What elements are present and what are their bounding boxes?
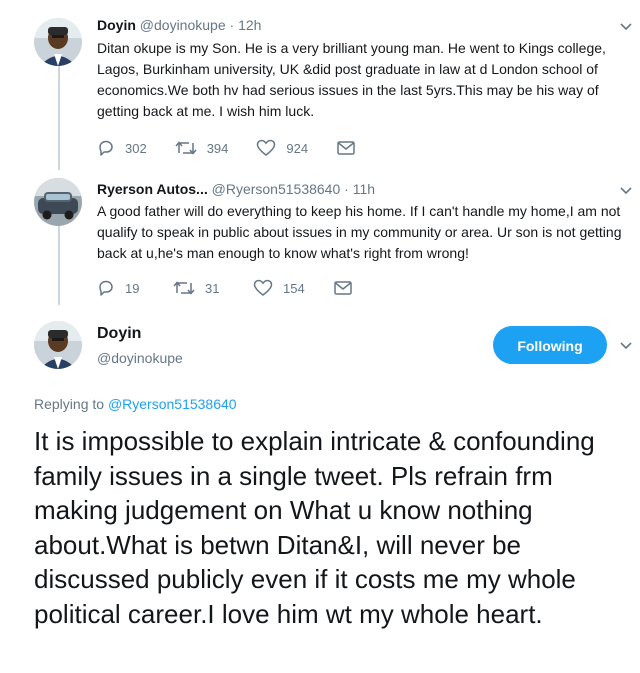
chevron-down-icon[interactable] — [620, 339, 632, 351]
avatar-ryerson-autos-image — [34, 178, 82, 226]
replying-mention-link[interactable]: @Ryerson51538640 — [108, 396, 237, 412]
tweet-text: A good father will do everything to keep… — [97, 203, 622, 261]
tweet-text: Ditan okupe is my Son. He is a very bril… — [97, 40, 606, 119]
replying-prefix: Replying to — [34, 396, 105, 412]
separator-dot: · — [229, 17, 235, 33]
main-user-handle[interactable]: @doyinokupe — [97, 350, 183, 366]
avatar[interactable] — [34, 18, 82, 66]
separator-dot: · — [344, 181, 349, 197]
tweet-actions: 302 394 924 — [97, 138, 394, 158]
avatar[interactable] — [34, 178, 82, 226]
thread-line — [58, 226, 60, 305]
avatar[interactable] — [34, 321, 82, 369]
replying-to: Replying to @Ryerson51538640 — [34, 396, 237, 412]
thread-line — [58, 66, 60, 170]
retweet-count: 31 — [205, 280, 220, 296]
chevron-down-icon[interactable] — [620, 20, 632, 32]
message-button[interactable] — [336, 140, 366, 156]
reply-icon — [99, 140, 113, 156]
retweet-icon — [173, 281, 195, 295]
tweet-ryerson-reply[interactable]: Ryerson Autos... @Ryerson51538640 · 11h … — [0, 170, 640, 305]
like-count: 924 — [286, 140, 309, 156]
timestamp[interactable]: 11h — [353, 181, 375, 197]
following-button[interactable]: Following — [493, 326, 607, 364]
reply-button[interactable]: 302 — [97, 139, 147, 157]
like-count: 154 — [283, 280, 305, 296]
tweet-actions: 19 31 154 — [97, 278, 391, 298]
tweet-doyin-original[interactable]: Doyin @doyinokupe · 12h Ditan okupe is m… — [0, 0, 640, 170]
main-display-name[interactable]: Doyin — [97, 325, 141, 343]
retweet-icon — [175, 141, 197, 155]
like-button[interactable]: 154 — [253, 279, 305, 297]
chevron-down-icon[interactable] — [620, 184, 632, 196]
like-icon — [257, 139, 276, 156]
reply-count: 19 — [125, 280, 140, 296]
tweet-header: Doyin @doyinokupe · 12h — [97, 16, 261, 34]
message-icon — [333, 281, 352, 295]
display-name[interactable]: Ryerson Autos... — [97, 181, 208, 197]
retweet-button[interactable]: 31 — [173, 279, 225, 297]
tweet-thread: Doyin @doyinokupe · 12h Ditan okupe is m… — [0, 0, 640, 673]
display-name[interactable]: Doyin — [97, 17, 136, 33]
reply-icon — [99, 280, 113, 296]
timestamp[interactable]: 12h — [238, 17, 261, 33]
avatar-doyin-image — [34, 18, 82, 66]
tweet-header: Ryerson Autos... @Ryerson51538640 · 11h — [97, 180, 375, 198]
reply-button[interactable]: 19 — [97, 279, 145, 297]
avatar-doyin-image — [34, 321, 82, 369]
user-handle[interactable]: @doyinokupe — [140, 17, 226, 33]
like-icon — [253, 279, 273, 296]
main-tweet-text: It is impossible to explain intricate & … — [34, 426, 595, 629]
reply-count: 302 — [125, 140, 147, 156]
user-handle[interactable]: @Ryerson51538640 — [212, 181, 341, 197]
retweet-count: 394 — [206, 140, 229, 156]
like-button[interactable]: 924 — [256, 139, 308, 157]
message-icon — [337, 141, 355, 155]
message-button[interactable] — [333, 280, 363, 296]
retweet-button[interactable]: 394 — [175, 139, 229, 157]
